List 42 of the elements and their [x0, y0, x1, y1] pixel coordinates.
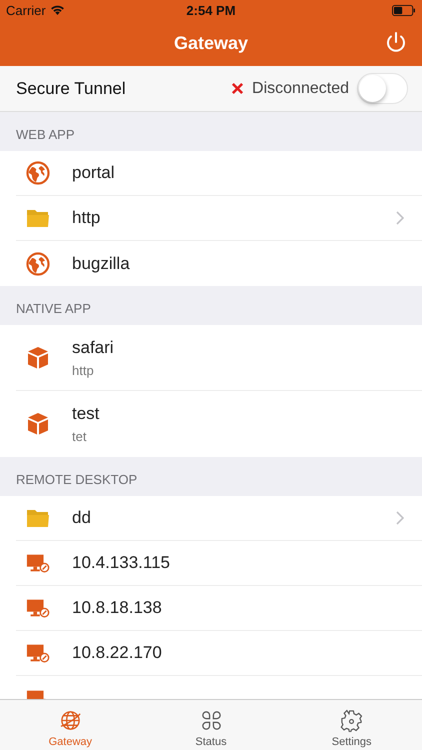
globe-icon: [58, 709, 82, 732]
list-row[interactable]: bugzilla: [16, 241, 422, 286]
cross-icon: [231, 82, 244, 95]
clock-time: 2:54 PM: [186, 2, 236, 18]
section-header: WEB APP: [15, 126, 76, 144]
box-icon: [26, 346, 50, 370]
list-row[interactable]: portal: [16, 151, 422, 196]
section-header: NATIVE APP: [15, 300, 92, 318]
globe-icon: [26, 252, 50, 276]
row-title: bugzilla: [72, 254, 131, 274]
row-title: 10.8.18.138: [72, 598, 163, 618]
nav-title: Gateway: [174, 32, 248, 54]
list-row[interactable]: test tet: [16, 391, 422, 457]
wifi-icon: [50, 4, 65, 16]
connection-status: Disconnected: [252, 80, 349, 98]
tab-item[interactable]: Gateway: [0, 700, 141, 750]
carrier-label: Carrier: [6, 2, 46, 18]
section-header: REMOTE DESKTOP: [15, 471, 138, 489]
row-title: 10.4.133.115: [72, 553, 171, 573]
row-title: portal: [72, 163, 116, 183]
row-title: dd: [72, 508, 92, 528]
list-row[interactable]: 10.8.18.138: [16, 586, 422, 631]
list-row[interactable]: safari http: [16, 325, 422, 391]
settings-icon: [340, 709, 364, 732]
row-title: test: [72, 404, 100, 424]
list-row[interactable]: dd: [16, 496, 422, 541]
row-title: safari: [72, 338, 115, 358]
row-title: 10.8.22.170: [72, 643, 163, 663]
list-row[interactable]: 10.8.22.170: [16, 631, 422, 676]
tab-item[interactable]: Settings: [281, 700, 422, 750]
four-circles-icon: [200, 709, 222, 732]
box-icon: [26, 412, 50, 436]
tab-item[interactable]: Status: [140, 700, 282, 750]
list-row[interactable]: 10.4.133.115: [16, 541, 422, 586]
row-title: http: [72, 208, 102, 228]
tunnel-switch[interactable]: [357, 73, 408, 104]
battery-icon: [392, 4, 416, 16]
row-subtitle: tet: [72, 429, 88, 444]
row-subtitle: http: [72, 362, 95, 378]
globe-icon: [26, 161, 50, 185]
tunnel-label: Secure Tunnel: [16, 78, 126, 98]
list-row[interactable]: http: [16, 196, 422, 241]
